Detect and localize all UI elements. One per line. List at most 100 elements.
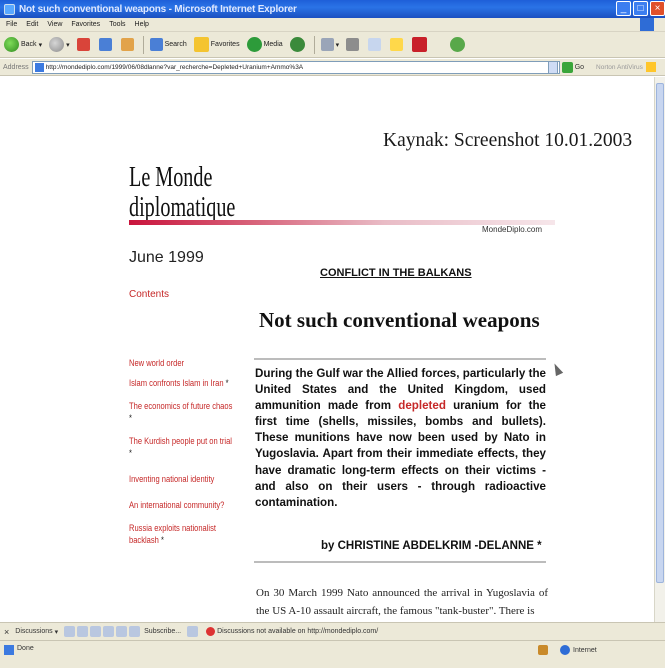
page-done-icon bbox=[4, 645, 14, 655]
no-entry-icon bbox=[206, 627, 216, 636]
section-title: CONFLICT IN THE BALKANS bbox=[320, 267, 472, 279]
discussions-message: Discussions not available on http://mond… bbox=[217, 628, 379, 635]
close-icon[interactable]: × bbox=[4, 627, 9, 637]
search-label: Search bbox=[164, 41, 187, 48]
favorites-label: Favorites bbox=[210, 41, 240, 48]
media-icon bbox=[246, 37, 262, 52]
nav-link[interactable]: Islam confronts Islam in Iran * bbox=[129, 377, 237, 389]
norton-icon[interactable] bbox=[645, 62, 656, 72]
window-controls: _ □ × bbox=[616, 1, 665, 16]
yahoo-button[interactable] bbox=[412, 37, 429, 52]
mail-button[interactable]: ▾ bbox=[320, 38, 340, 51]
go-button[interactable]: Go bbox=[561, 61, 584, 73]
page-viewport: Kaynak: Screenshot 10.01.2003 Le Monde d… bbox=[0, 77, 654, 622]
nav-link[interactable]: New world order bbox=[129, 357, 237, 369]
nav-link[interactable]: Inventing national identity bbox=[129, 473, 237, 485]
home-icon bbox=[120, 38, 134, 51]
discussion-tool-icon[interactable] bbox=[116, 626, 128, 637]
print-button[interactable] bbox=[346, 38, 361, 51]
site-name: MondeDiplo.com bbox=[482, 225, 543, 234]
nav-link-star: * bbox=[160, 535, 164, 545]
back-button[interactable]: Back ▾ bbox=[4, 37, 42, 52]
source-note: Kaynak: Screenshot 10.01.2003 bbox=[383, 130, 633, 151]
discussions-bar: × Discussions ▾ Subscribe... Discussions… bbox=[0, 622, 665, 640]
discussion-tool-icon[interactable] bbox=[90, 626, 102, 637]
masthead-line-1[interactable]: Le Monde bbox=[129, 162, 212, 194]
address-input[interactable]: http://mondediplo.com/1999/06/08dlanne?v… bbox=[31, 60, 560, 74]
nav-link-star: * bbox=[225, 378, 229, 388]
note-icon bbox=[390, 38, 404, 51]
favorites-button[interactable]: Favorites bbox=[193, 37, 240, 52]
page-icon bbox=[34, 62, 44, 72]
nav-link-text: Russia exploits nationalist backlash bbox=[129, 523, 216, 545]
vertical-scrollbar[interactable] bbox=[654, 77, 665, 622]
title-bar: Not such conventional weapons - Microsof… bbox=[0, 0, 665, 18]
menu-help[interactable]: Help bbox=[135, 21, 149, 28]
media-label: Media bbox=[263, 41, 283, 48]
edit-button[interactable] bbox=[368, 38, 383, 51]
window-title: Not such conventional weapons - Microsof… bbox=[19, 3, 297, 15]
menu-edit[interactable]: Edit bbox=[26, 21, 38, 28]
issue-date: June 1999 bbox=[129, 249, 204, 266]
address-url: http://mondediplo.com/1999/06/08dlanne?v… bbox=[45, 63, 304, 71]
edit-icon bbox=[368, 38, 382, 51]
history-icon bbox=[289, 37, 305, 52]
byline: by CHRISTINE ABDELKRIM -DELANNE * bbox=[321, 540, 542, 552]
home-button[interactable] bbox=[120, 38, 136, 51]
stop-icon bbox=[76, 38, 90, 51]
minimize-button[interactable]: _ bbox=[616, 1, 631, 16]
menu-view[interactable]: View bbox=[47, 21, 62, 28]
history-button[interactable] bbox=[289, 37, 307, 52]
lead-top-rule bbox=[254, 358, 546, 360]
search-button[interactable]: Search bbox=[149, 38, 187, 51]
printer-icon bbox=[346, 38, 360, 51]
nav-link[interactable]: Russia exploits nationalist backlash * bbox=[129, 522, 237, 546]
forward-arrow-icon bbox=[49, 37, 65, 52]
messenger-button[interactable] bbox=[450, 37, 467, 52]
discussions-menu[interactable]: Discussions bbox=[15, 628, 52, 635]
mail-icon bbox=[320, 38, 334, 51]
forward-button[interactable]: ▾ bbox=[49, 37, 70, 52]
menu-file[interactable]: File bbox=[6, 21, 17, 28]
chevron-down-icon: ▾ bbox=[335, 41, 340, 49]
discussion-tool-icon[interactable] bbox=[129, 626, 141, 637]
menu-tools[interactable]: Tools bbox=[109, 21, 125, 28]
refresh-button[interactable] bbox=[98, 38, 114, 51]
discussion-tool-icon[interactable] bbox=[103, 626, 115, 637]
discussion-tool-icon[interactable] bbox=[64, 626, 76, 637]
nav-link-star: * bbox=[129, 413, 132, 423]
toolbar-separator bbox=[313, 35, 315, 54]
nav-link[interactable]: The economics of future chaos * bbox=[129, 400, 237, 424]
zone-label: Internet bbox=[573, 646, 597, 654]
go-arrow-icon bbox=[561, 61, 573, 73]
note-button[interactable] bbox=[390, 38, 405, 51]
contents-link[interactable]: Contents bbox=[129, 289, 169, 300]
media-button[interactable]: Media bbox=[246, 37, 283, 52]
chevron-down-icon: ▾ bbox=[66, 41, 70, 49]
subscribe-button[interactable]: Subscribe... bbox=[144, 628, 181, 635]
nav-link-text: Islam confronts Islam in Iran bbox=[129, 378, 224, 388]
nav-link[interactable]: An international community? bbox=[129, 499, 237, 511]
maximize-button[interactable]: □ bbox=[633, 1, 648, 16]
toolbar-separator bbox=[142, 35, 144, 54]
nav-link[interactable]: The Kurdish people put on trial * bbox=[129, 435, 237, 459]
address-dropdown-button[interactable] bbox=[547, 60, 558, 74]
search-icon bbox=[149, 38, 163, 51]
discussion-pane-icon[interactable] bbox=[187, 626, 199, 637]
nav-link-text: An international community? bbox=[129, 500, 225, 510]
menu-favorites[interactable]: Favorites bbox=[71, 21, 100, 28]
discussion-tool-icon[interactable] bbox=[77, 626, 89, 637]
article-lead: During the Gulf war the Allied forces, p… bbox=[255, 366, 546, 511]
globe-icon bbox=[560, 645, 570, 655]
mouse-cursor-icon bbox=[550, 361, 564, 377]
nav-link-text: The Kurdish people put on trial bbox=[129, 436, 232, 446]
scrollbar-thumb[interactable] bbox=[656, 83, 664, 583]
stop-button[interactable] bbox=[76, 38, 92, 51]
close-button[interactable]: × bbox=[650, 1, 665, 16]
address-bar: Address http://mondediplo.com/1999/06/08… bbox=[0, 59, 665, 76]
standard-toolbar: Back ▾ ▾ Search Favorites Media ▾ bbox=[0, 32, 665, 58]
lead-bottom-rule bbox=[254, 561, 546, 563]
status-text: Done bbox=[17, 645, 34, 652]
refresh-icon bbox=[98, 38, 112, 51]
norton-antivirus-label[interactable]: Norton AntiVirus bbox=[596, 64, 643, 71]
